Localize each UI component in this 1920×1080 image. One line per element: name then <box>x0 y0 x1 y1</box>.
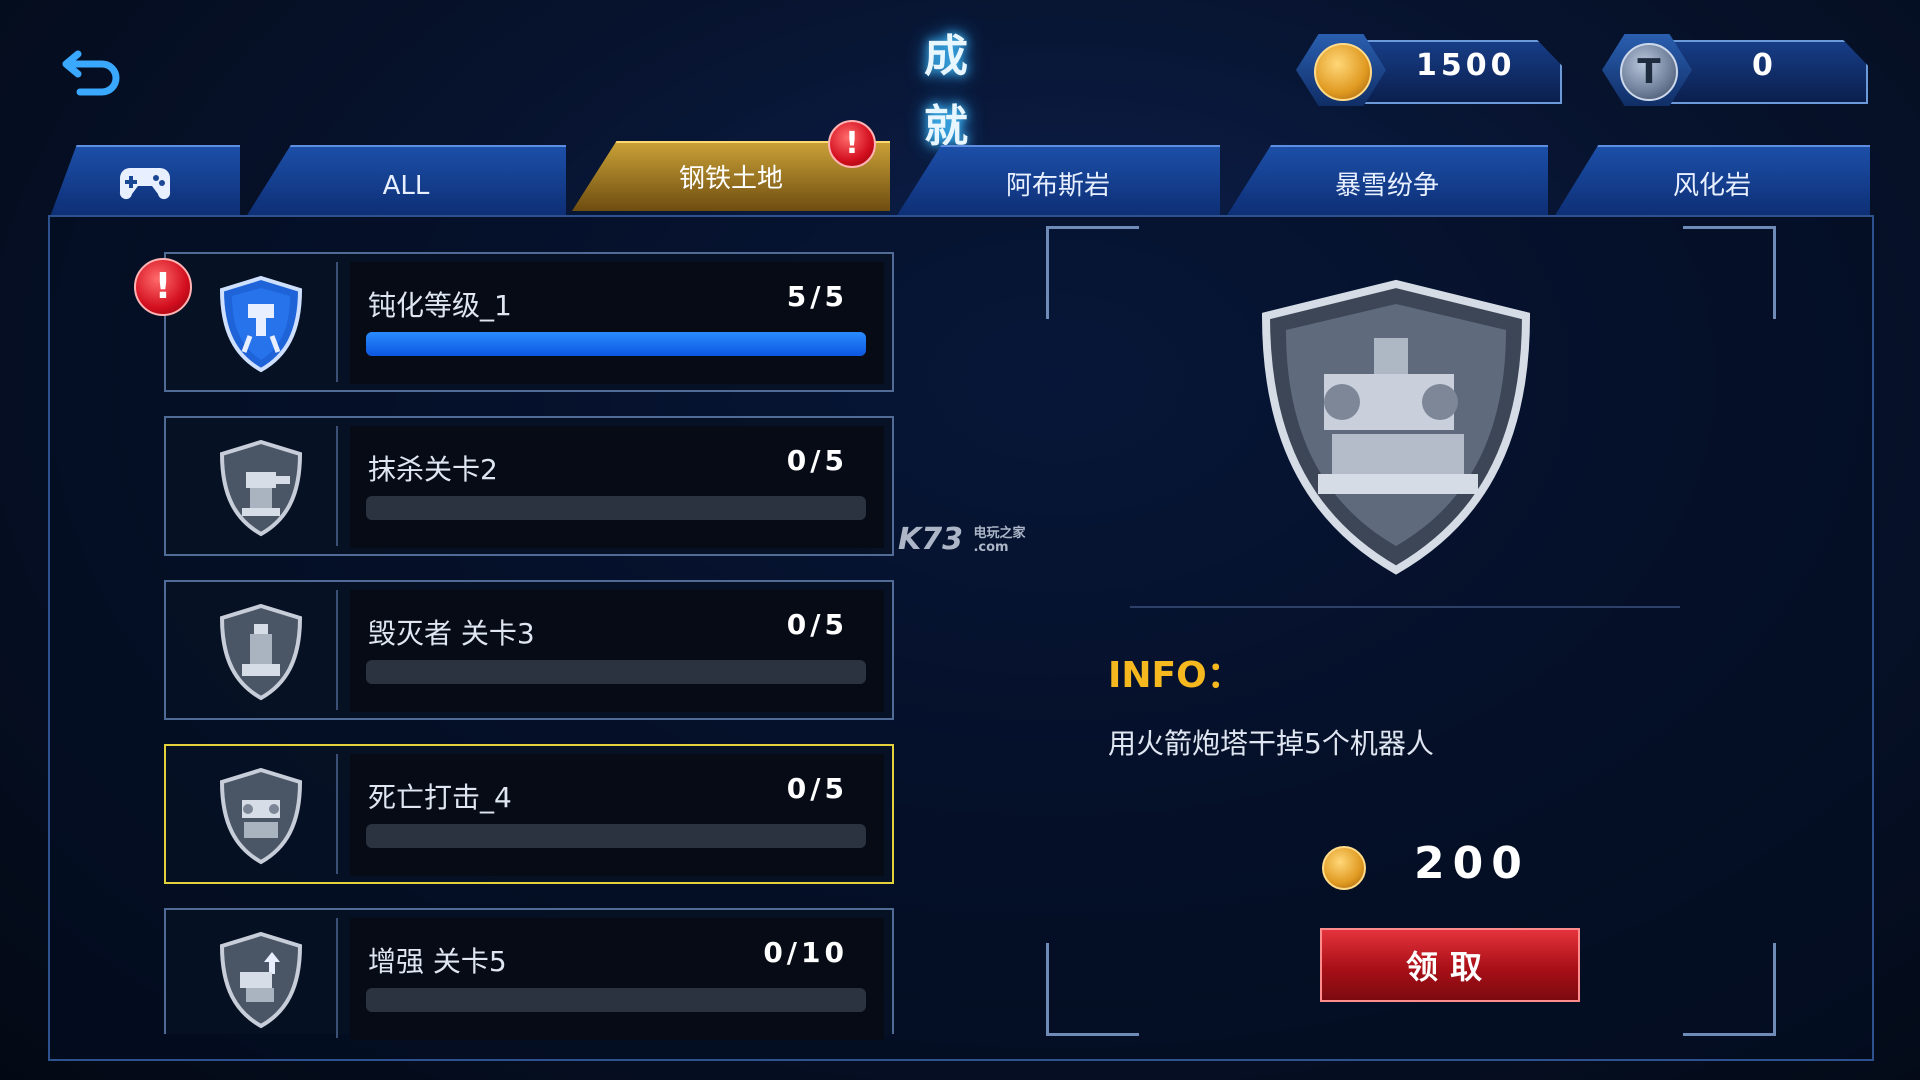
achievement-item-2[interactable]: 抹杀关卡2 0/5 <box>164 416 894 556</box>
coin-amount: 1500 <box>1416 48 1516 83</box>
shield-turret-icon <box>219 439 303 537</box>
progress-bar <box>366 660 866 684</box>
shield-robot-icon <box>219 275 303 373</box>
achievement-progress: 0/5 <box>786 772 848 805</box>
achievement-alert-badge: ! <box>134 258 192 316</box>
page-title: 成 就 <box>924 31 996 152</box>
progress-bar <box>366 824 866 848</box>
reward-amount: 200 <box>1414 838 1530 889</box>
tab-abusi-rock[interactable]: 阿布斯岩 <box>896 145 1220 217</box>
shield-upgrade-icon <box>219 931 303 1029</box>
category-tabs: ALL 钢铁土地 阿布斯岩 暴雪纷争 风化岩 <box>50 141 1870 217</box>
achievement-item-1[interactable]: 钝化等级_1 5/5 <box>164 252 894 392</box>
achievement-description: 用火箭炮塔干掉5个机器人 <box>1108 727 1434 760</box>
achievement-progress: 0/5 <box>786 608 848 641</box>
achievement-item-5[interactable]: 增强 关卡5 0/10 <box>164 908 894 1040</box>
achievement-name: 钝化等级_1 <box>368 289 512 322</box>
achievement-progress: 0/10 <box>763 936 848 969</box>
tab-gamepad[interactable] <box>50 145 240 217</box>
tab-all[interactable]: ALL <box>246 145 566 217</box>
achievement-name: 死亡打击_4 <box>368 781 512 814</box>
progress-bar <box>366 496 866 520</box>
tab-blizzard-war[interactable]: 暴雪纷争 <box>1226 145 1548 217</box>
back-button[interactable] <box>58 40 128 100</box>
back-arrow-icon <box>62 50 120 96</box>
achievement-progress: 5/5 <box>786 280 848 313</box>
tab-alert-badge: ! <box>828 120 876 168</box>
coin-icon <box>1322 846 1366 890</box>
achievement-item-4[interactable]: 死亡打击_4 0/5 <box>164 744 894 884</box>
info-label: INFO： <box>1108 655 1243 696</box>
achievement-name: 增强 关卡5 <box>368 945 507 978</box>
progress-bar <box>366 988 866 1012</box>
watermark-logo: K73 电玩之家 .com <box>898 522 1026 557</box>
shield-rocket-turret-icon <box>219 767 303 865</box>
shield-tower-icon <box>219 603 303 701</box>
progress-bar <box>366 332 866 356</box>
gamepad-icon <box>119 168 171 200</box>
coin-icon <box>1314 43 1372 101</box>
achievement-item-3[interactable]: 毁灭者 关卡3 0/5 <box>164 580 894 720</box>
token-counter: T 0 <box>1602 34 1868 106</box>
token-icon: T <box>1620 43 1678 101</box>
achievement-detail-panel: INFO： 用火箭炮塔干掉5个机器人 200 领取 <box>1046 226 1776 1036</box>
tab-weathered-rock[interactable]: 风化岩 <box>1554 145 1870 217</box>
coin-counter: 1500 <box>1296 34 1562 106</box>
claim-button[interactable]: 领取 <box>1320 928 1580 1002</box>
token-amount: 0 <box>1752 48 1777 83</box>
achievement-name: 毁灭者 关卡3 <box>368 617 535 650</box>
achievement-progress: 0/5 <box>786 444 848 477</box>
achievement-name: 抹杀关卡2 <box>368 453 498 486</box>
achievement-badge-icon <box>1261 279 1531 575</box>
